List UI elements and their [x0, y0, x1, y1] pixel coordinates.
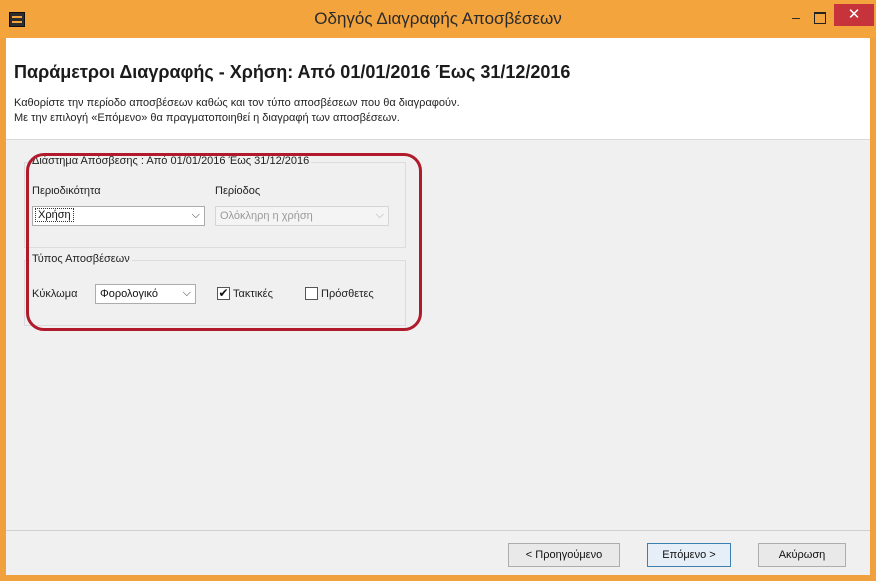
wizard-footer: < Προηγούμενο Επόμενο > Ακύρωση: [6, 530, 870, 575]
next-button[interactable]: Επόμενο >: [647, 543, 731, 567]
periodicity-value: Χρήση: [35, 208, 74, 222]
maximize-icon: [814, 12, 826, 24]
interval-group: [24, 162, 406, 248]
wizard-client-area: Παράμετροι Διαγραφής - Χρήση: Από 01/01/…: [6, 38, 870, 575]
footer-divider: [6, 530, 870, 531]
wizard-window: Οδηγός Διαγραφής Αποσβέσεων – ✕ Παράμετρ…: [0, 0, 876, 581]
description-line-1: Καθορίστε την περίοδο αποσβέσεων καθώς κ…: [14, 97, 460, 109]
regular-checkbox[interactable]: ✔: [217, 287, 230, 300]
page-title: Παράμετροι Διαγραφής - Χρήση: Από 01/01/…: [14, 62, 571, 82]
chevron-down-icon: ⌵: [191, 209, 200, 221]
cycle-label: Κύκλωμα: [32, 288, 78, 300]
minimize-button[interactable]: –: [786, 8, 806, 26]
periodicity-label: Περιοδικότητα: [32, 185, 101, 197]
interval-group-label: Διάστημα Απόσβεσης : Από 01/01/2016 Έως …: [30, 155, 312, 167]
parameters-panel: Διάστημα Απόσβεσης : Από 01/01/2016 Έως …: [24, 150, 406, 326]
window-title: Οδηγός Διαγραφής Αποσβέσεων: [314, 9, 562, 28]
period-select[interactable]: Ολόκληρη η χρήση ⌵: [215, 206, 389, 226]
additional-checkbox[interactable]: [305, 287, 318, 300]
cancel-button[interactable]: Ακύρωση: [758, 543, 846, 567]
description-line-2: Με την επιλογή «Επόμενο» θα πραγματοποιη…: [14, 112, 400, 124]
maximize-button[interactable]: [809, 8, 831, 26]
types-group-label: Τύπος Αποσβέσεων: [30, 253, 132, 265]
content-area: Διάστημα Απόσβεσης : Από 01/01/2016 Έως …: [6, 140, 870, 530]
close-button[interactable]: ✕: [834, 4, 874, 26]
periodicity-select[interactable]: Χρήση ⌵: [32, 206, 205, 226]
back-button[interactable]: < Προηγούμενο: [508, 543, 620, 567]
cycle-select[interactable]: Φορολογικό ⌵: [95, 284, 196, 304]
chevron-down-icon: ⌵: [375, 209, 384, 221]
period-label: Περίοδος: [215, 185, 261, 197]
additional-label[interactable]: Πρόσθετες: [321, 288, 374, 300]
check-icon: ✔: [218, 286, 229, 300]
period-value: Ολόκληρη η χρήση: [220, 210, 313, 222]
chevron-down-icon: ⌵: [182, 287, 191, 299]
regular-label[interactable]: Τακτικές: [233, 288, 273, 300]
title-bar[interactable]: Οδηγός Διαγραφής Αποσβέσεων – ✕: [0, 0, 876, 38]
cycle-value: Φορολογικό: [100, 288, 158, 300]
